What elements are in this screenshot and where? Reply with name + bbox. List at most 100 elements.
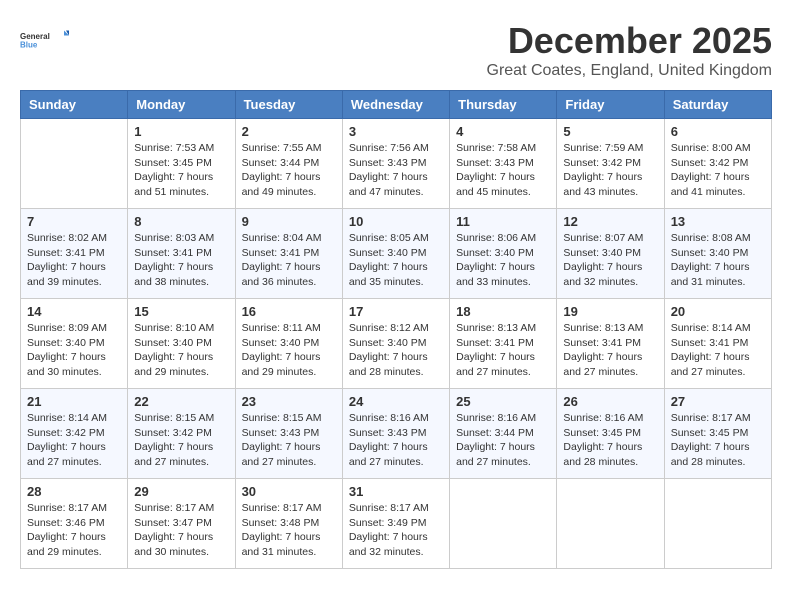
svg-text:Blue: Blue: [20, 41, 38, 50]
day-number: 5: [563, 124, 657, 139]
day-info: Sunrise: 8:06 AM Sunset: 3:40 PM Dayligh…: [456, 231, 550, 290]
calendar-cell-3-4: 25Sunrise: 8:16 AM Sunset: 3:44 PM Dayli…: [450, 389, 557, 479]
day-number: 26: [563, 394, 657, 409]
day-info: Sunrise: 8:03 AM Sunset: 3:41 PM Dayligh…: [134, 231, 228, 290]
day-info: Sunrise: 8:02 AM Sunset: 3:41 PM Dayligh…: [27, 231, 121, 290]
day-info: Sunrise: 8:07 AM Sunset: 3:40 PM Dayligh…: [563, 231, 657, 290]
day-info: Sunrise: 8:11 AM Sunset: 3:40 PM Dayligh…: [242, 321, 336, 380]
day-info: Sunrise: 8:15 AM Sunset: 3:43 PM Dayligh…: [242, 411, 336, 470]
day-info: Sunrise: 8:09 AM Sunset: 3:40 PM Dayligh…: [27, 321, 121, 380]
week-row-4: 21 Sunrise: 8:14 AM Sunset: 3:42 PM Dayli…: [21, 389, 772, 479]
day-number: 30: [242, 484, 336, 499]
day-number: 12: [563, 214, 657, 229]
calendar-cell-4-4: [450, 479, 557, 569]
calendar-cell-3-3: 24 Sunrise: 8:16 AM Sunset: 3:43 PM Dayli…: [342, 389, 449, 479]
calendar-cell-2-6: 20Sunrise: 8:14 AM Sunset: 3:41 PM Dayli…: [664, 299, 771, 389]
day-number: 21: [27, 394, 121, 409]
day-number: 17: [349, 304, 443, 319]
day-info: Sunrise: 8:17 AM Sunset: 3:48 PM Dayligh…: [242, 501, 336, 560]
calendar-cell-3-0: 21 Sunrise: 8:14 AM Sunset: 3:42 PM Dayli…: [21, 389, 128, 479]
day-number: 18: [456, 304, 550, 319]
day-info: Sunrise: 8:15 AM Sunset: 3:42 PM Dayligh…: [134, 411, 228, 470]
calendar-cell-4-0: 28Sunrise: 8:17 AM Sunset: 3:46 PM Dayli…: [21, 479, 128, 569]
day-number: 27: [671, 394, 765, 409]
day-info: Sunrise: 7:55 AM Sunset: 3:44 PM Dayligh…: [242, 141, 336, 200]
day-info: Sunrise: 8:00 AM Sunset: 3:42 PM Dayligh…: [671, 141, 765, 200]
day-number: 9: [242, 214, 336, 229]
logo: General Blue: [20, 20, 70, 60]
calendar-title: December 2025: [487, 20, 773, 62]
day-number: 11: [456, 214, 550, 229]
calendar-cell-4-2: 30 Sunrise: 8:17 AM Sunset: 3:48 PM Dayli…: [235, 479, 342, 569]
title-section: December 2025 Great Coates, England, Uni…: [487, 20, 773, 80]
day-number: 16: [242, 304, 336, 319]
day-info: Sunrise: 8:17 AM Sunset: 3:47 PM Dayligh…: [134, 501, 228, 560]
calendar-cell-2-2: 16 Sunrise: 8:11 AM Sunset: 3:40 PM Dayli…: [235, 299, 342, 389]
day-info: Sunrise: 8:13 AM Sunset: 3:41 PM Dayligh…: [456, 321, 550, 380]
day-info: Sunrise: 8:10 AM Sunset: 3:40 PM Dayligh…: [134, 321, 228, 380]
day-info: Sunrise: 8:14 AM Sunset: 3:42 PM Dayligh…: [27, 411, 121, 470]
day-number: 29: [134, 484, 228, 499]
calendar-cell-1-1: 8 Sunrise: 8:03 AM Sunset: 3:41 PM Daylig…: [128, 209, 235, 299]
calendar-subtitle: Great Coates, England, United Kingdom: [487, 62, 773, 80]
logo-svg: General Blue: [20, 20, 70, 60]
header-monday: Monday: [128, 91, 235, 119]
header-thursday: Thursday: [450, 91, 557, 119]
week-row-5: 28Sunrise: 8:17 AM Sunset: 3:46 PM Dayli…: [21, 479, 772, 569]
day-number: 15: [134, 304, 228, 319]
header-tuesday: Tuesday: [235, 91, 342, 119]
calendar-cell-0-3: 3 Sunrise: 7:56 AM Sunset: 3:43 PM Daylig…: [342, 119, 449, 209]
calendar-cell-0-6: 6Sunrise: 8:00 AM Sunset: 3:42 PM Daylig…: [664, 119, 771, 209]
calendar-cell-0-1: 1Sunrise: 7:53 AM Sunset: 3:45 PM Daylig…: [128, 119, 235, 209]
day-number: 24: [349, 394, 443, 409]
day-number: 3: [349, 124, 443, 139]
day-info: Sunrise: 8:12 AM Sunset: 3:40 PM Dayligh…: [349, 321, 443, 380]
header-friday: Friday: [557, 91, 664, 119]
day-info: Sunrise: 8:17 AM Sunset: 3:45 PM Dayligh…: [671, 411, 765, 470]
day-info: Sunrise: 8:14 AM Sunset: 3:41 PM Dayligh…: [671, 321, 765, 380]
calendar-cell-4-6: [664, 479, 771, 569]
calendar-cell-1-2: 9 Sunrise: 8:04 AM Sunset: 3:41 PM Daylig…: [235, 209, 342, 299]
day-number: 23: [242, 394, 336, 409]
header-sunday: Sunday: [21, 91, 128, 119]
calendar-cell-0-5: 5 Sunrise: 7:59 AM Sunset: 3:42 PM Daylig…: [557, 119, 664, 209]
header-saturday: Saturday: [664, 91, 771, 119]
calendar-cell-3-5: 26 Sunrise: 8:16 AM Sunset: 3:45 PM Dayli…: [557, 389, 664, 479]
calendar-cell-0-2: 2Sunrise: 7:55 AM Sunset: 3:44 PM Daylig…: [235, 119, 342, 209]
calendar-cell-1-4: 11 Sunrise: 8:06 AM Sunset: 3:40 PM Dayli…: [450, 209, 557, 299]
calendar-cell-3-6: 27 Sunrise: 8:17 AM Sunset: 3:45 PM Dayli…: [664, 389, 771, 479]
day-info: Sunrise: 7:58 AM Sunset: 3:43 PM Dayligh…: [456, 141, 550, 200]
week-row-2: 7Sunrise: 8:02 AM Sunset: 3:41 PM Daylig…: [21, 209, 772, 299]
day-info: Sunrise: 8:16 AM Sunset: 3:44 PM Dayligh…: [456, 411, 550, 470]
calendar-cell-1-5: 12 Sunrise: 8:07 AM Sunset: 3:40 PM Dayli…: [557, 209, 664, 299]
calendar-cell-3-1: 22 Sunrise: 8:15 AM Sunset: 3:42 PM Dayli…: [128, 389, 235, 479]
calendar-cell-1-3: 10Sunrise: 8:05 AM Sunset: 3:40 PM Dayli…: [342, 209, 449, 299]
calendar-cell-4-1: 29 Sunrise: 8:17 AM Sunset: 3:47 PM Dayli…: [128, 479, 235, 569]
calendar-cell-2-1: 15 Sunrise: 8:10 AM Sunset: 3:40 PM Dayli…: [128, 299, 235, 389]
day-info: Sunrise: 8:17 AM Sunset: 3:46 PM Dayligh…: [27, 501, 121, 560]
day-info: Sunrise: 8:16 AM Sunset: 3:45 PM Dayligh…: [563, 411, 657, 470]
calendar-table: Sunday Monday Tuesday Wednesday Thursday…: [20, 90, 772, 569]
day-info: Sunrise: 7:59 AM Sunset: 3:42 PM Dayligh…: [563, 141, 657, 200]
day-number: 19: [563, 304, 657, 319]
day-info: Sunrise: 8:16 AM Sunset: 3:43 PM Dayligh…: [349, 411, 443, 470]
day-info: Sunrise: 8:08 AM Sunset: 3:40 PM Dayligh…: [671, 231, 765, 290]
header: General Blue December 2025 Great Coates,…: [20, 20, 772, 80]
calendar-cell-4-3: 31Sunrise: 8:17 AM Sunset: 3:49 PM Dayli…: [342, 479, 449, 569]
day-number: 8: [134, 214, 228, 229]
day-number: 22: [134, 394, 228, 409]
header-wednesday: Wednesday: [342, 91, 449, 119]
day-info: Sunrise: 8:04 AM Sunset: 3:41 PM Dayligh…: [242, 231, 336, 290]
day-info: Sunrise: 7:56 AM Sunset: 3:43 PM Dayligh…: [349, 141, 443, 200]
day-number: 14: [27, 304, 121, 319]
weekday-header-row: Sunday Monday Tuesday Wednesday Thursday…: [21, 91, 772, 119]
day-number: 4: [456, 124, 550, 139]
day-number: 10: [349, 214, 443, 229]
day-number: 31: [349, 484, 443, 499]
calendar-cell-1-6: 13 Sunrise: 8:08 AM Sunset: 3:40 PM Dayli…: [664, 209, 771, 299]
calendar-cell-3-2: 23 Sunrise: 8:15 AM Sunset: 3:43 PM Dayli…: [235, 389, 342, 479]
calendar-cell-2-0: 14 Sunrise: 8:09 AM Sunset: 3:40 PM Dayli…: [21, 299, 128, 389]
calendar-cell-2-3: 17 Sunrise: 8:12 AM Sunset: 3:40 PM Dayli…: [342, 299, 449, 389]
week-row-3: 14 Sunrise: 8:09 AM Sunset: 3:40 PM Dayli…: [21, 299, 772, 389]
day-number: 13: [671, 214, 765, 229]
